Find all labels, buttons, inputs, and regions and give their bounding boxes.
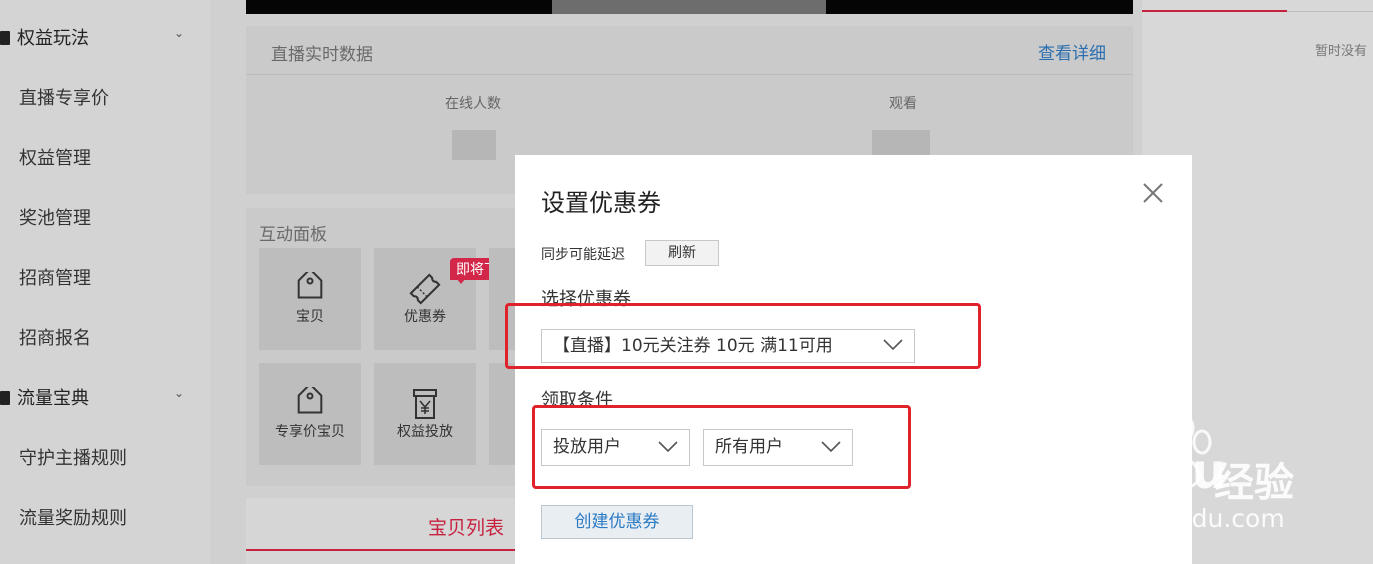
sidebar-item-traffic-reward-rules[interactable]: 流量奖励规则 [19,504,127,530]
tile-label: 宝贝 [296,309,324,325]
chevron-down-icon[interactable]: ⌄ [174,386,184,400]
sidebar-group-label: 权益玩法 [17,28,89,49]
divider [1287,11,1373,12]
tile-item[interactable]: 宝贝 [259,248,361,350]
live-data-title: 直播实时数据 [271,45,373,65]
sidebar: 权益玩法 ⌄ 直播专享价 权益管理 奖池管理 招商管理 招商报名 流量宝典 ⌄ … [0,0,210,564]
tag-icon [297,387,323,414]
watermark: Bai du 经验 jingyan.baidu.com [1052,412,1373,564]
sidebar-item-guard-rules[interactable]: 守护主播规则 [19,444,127,470]
empty-state-text: 暂时没有 [1315,44,1368,59]
interaction-title: 互动面板 [259,225,327,245]
refresh-button[interactable]: 刷新 [645,240,719,266]
sync-delay-note: 同步可能延迟 [541,247,625,263]
dialog-title: 设置优惠券 [541,189,661,217]
tile-label: 专享价宝贝 [275,424,345,440]
highlight-box [532,405,911,489]
online-count-value-redacted [452,130,496,160]
tile-benefit-delivery[interactable]: 权益投放 [374,363,476,465]
tab-item-list[interactable]: 宝贝列表 [428,513,504,540]
chevron-down-icon[interactable]: ⌄ [174,26,184,40]
create-coupon-button[interactable]: 创建优惠券 [541,505,693,539]
tag-icon [297,272,323,299]
view-details-link[interactable]: 查看详细 [1038,39,1106,64]
traffic-group-icon [0,391,10,405]
right-tab-underline [1142,10,1287,12]
video-frame [552,0,826,14]
sidebar-item-benefit-management[interactable]: 权益管理 [19,144,91,170]
ticket-icon [409,273,441,305]
sidebar-item-merchant-signup[interactable]: 招商报名 [19,324,91,350]
yen-box-icon [413,389,437,419]
sidebar-group-traffic[interactable]: 流量宝典 [0,384,89,410]
views-label: 观看 [889,96,917,112]
online-count-label: 在线人数 [445,96,501,112]
tile-label: 权益投放 [397,424,453,440]
sidebar-group-benefits[interactable]: 权益玩法 [0,24,89,50]
tile-exclusive-item[interactable]: 专享价宝贝 [259,363,361,465]
sidebar-item-prize-pool[interactable]: 奖池管理 [19,204,91,230]
watermark-brand: Bai du [1054,444,1227,500]
sidebar-item-merchant-management[interactable]: 招商管理 [19,264,91,290]
sidebar-group-label: 流量宝典 [17,388,89,409]
divider [246,74,1133,75]
highlight-box [505,303,981,369]
sidebar-item-live-price[interactable]: 直播专享价 [19,84,109,110]
close-icon[interactable] [1140,180,1166,206]
watermark-brand-cn: 经验 [1214,460,1294,506]
tile-label: 优惠券 [404,309,446,325]
tab-active-underline [246,549,515,551]
watermark-url: jingyan.baidu.com [1054,504,1285,533]
tile-partial[interactable] [489,363,515,465]
benefits-group-icon [0,31,10,45]
badge-pointer [456,278,466,284]
